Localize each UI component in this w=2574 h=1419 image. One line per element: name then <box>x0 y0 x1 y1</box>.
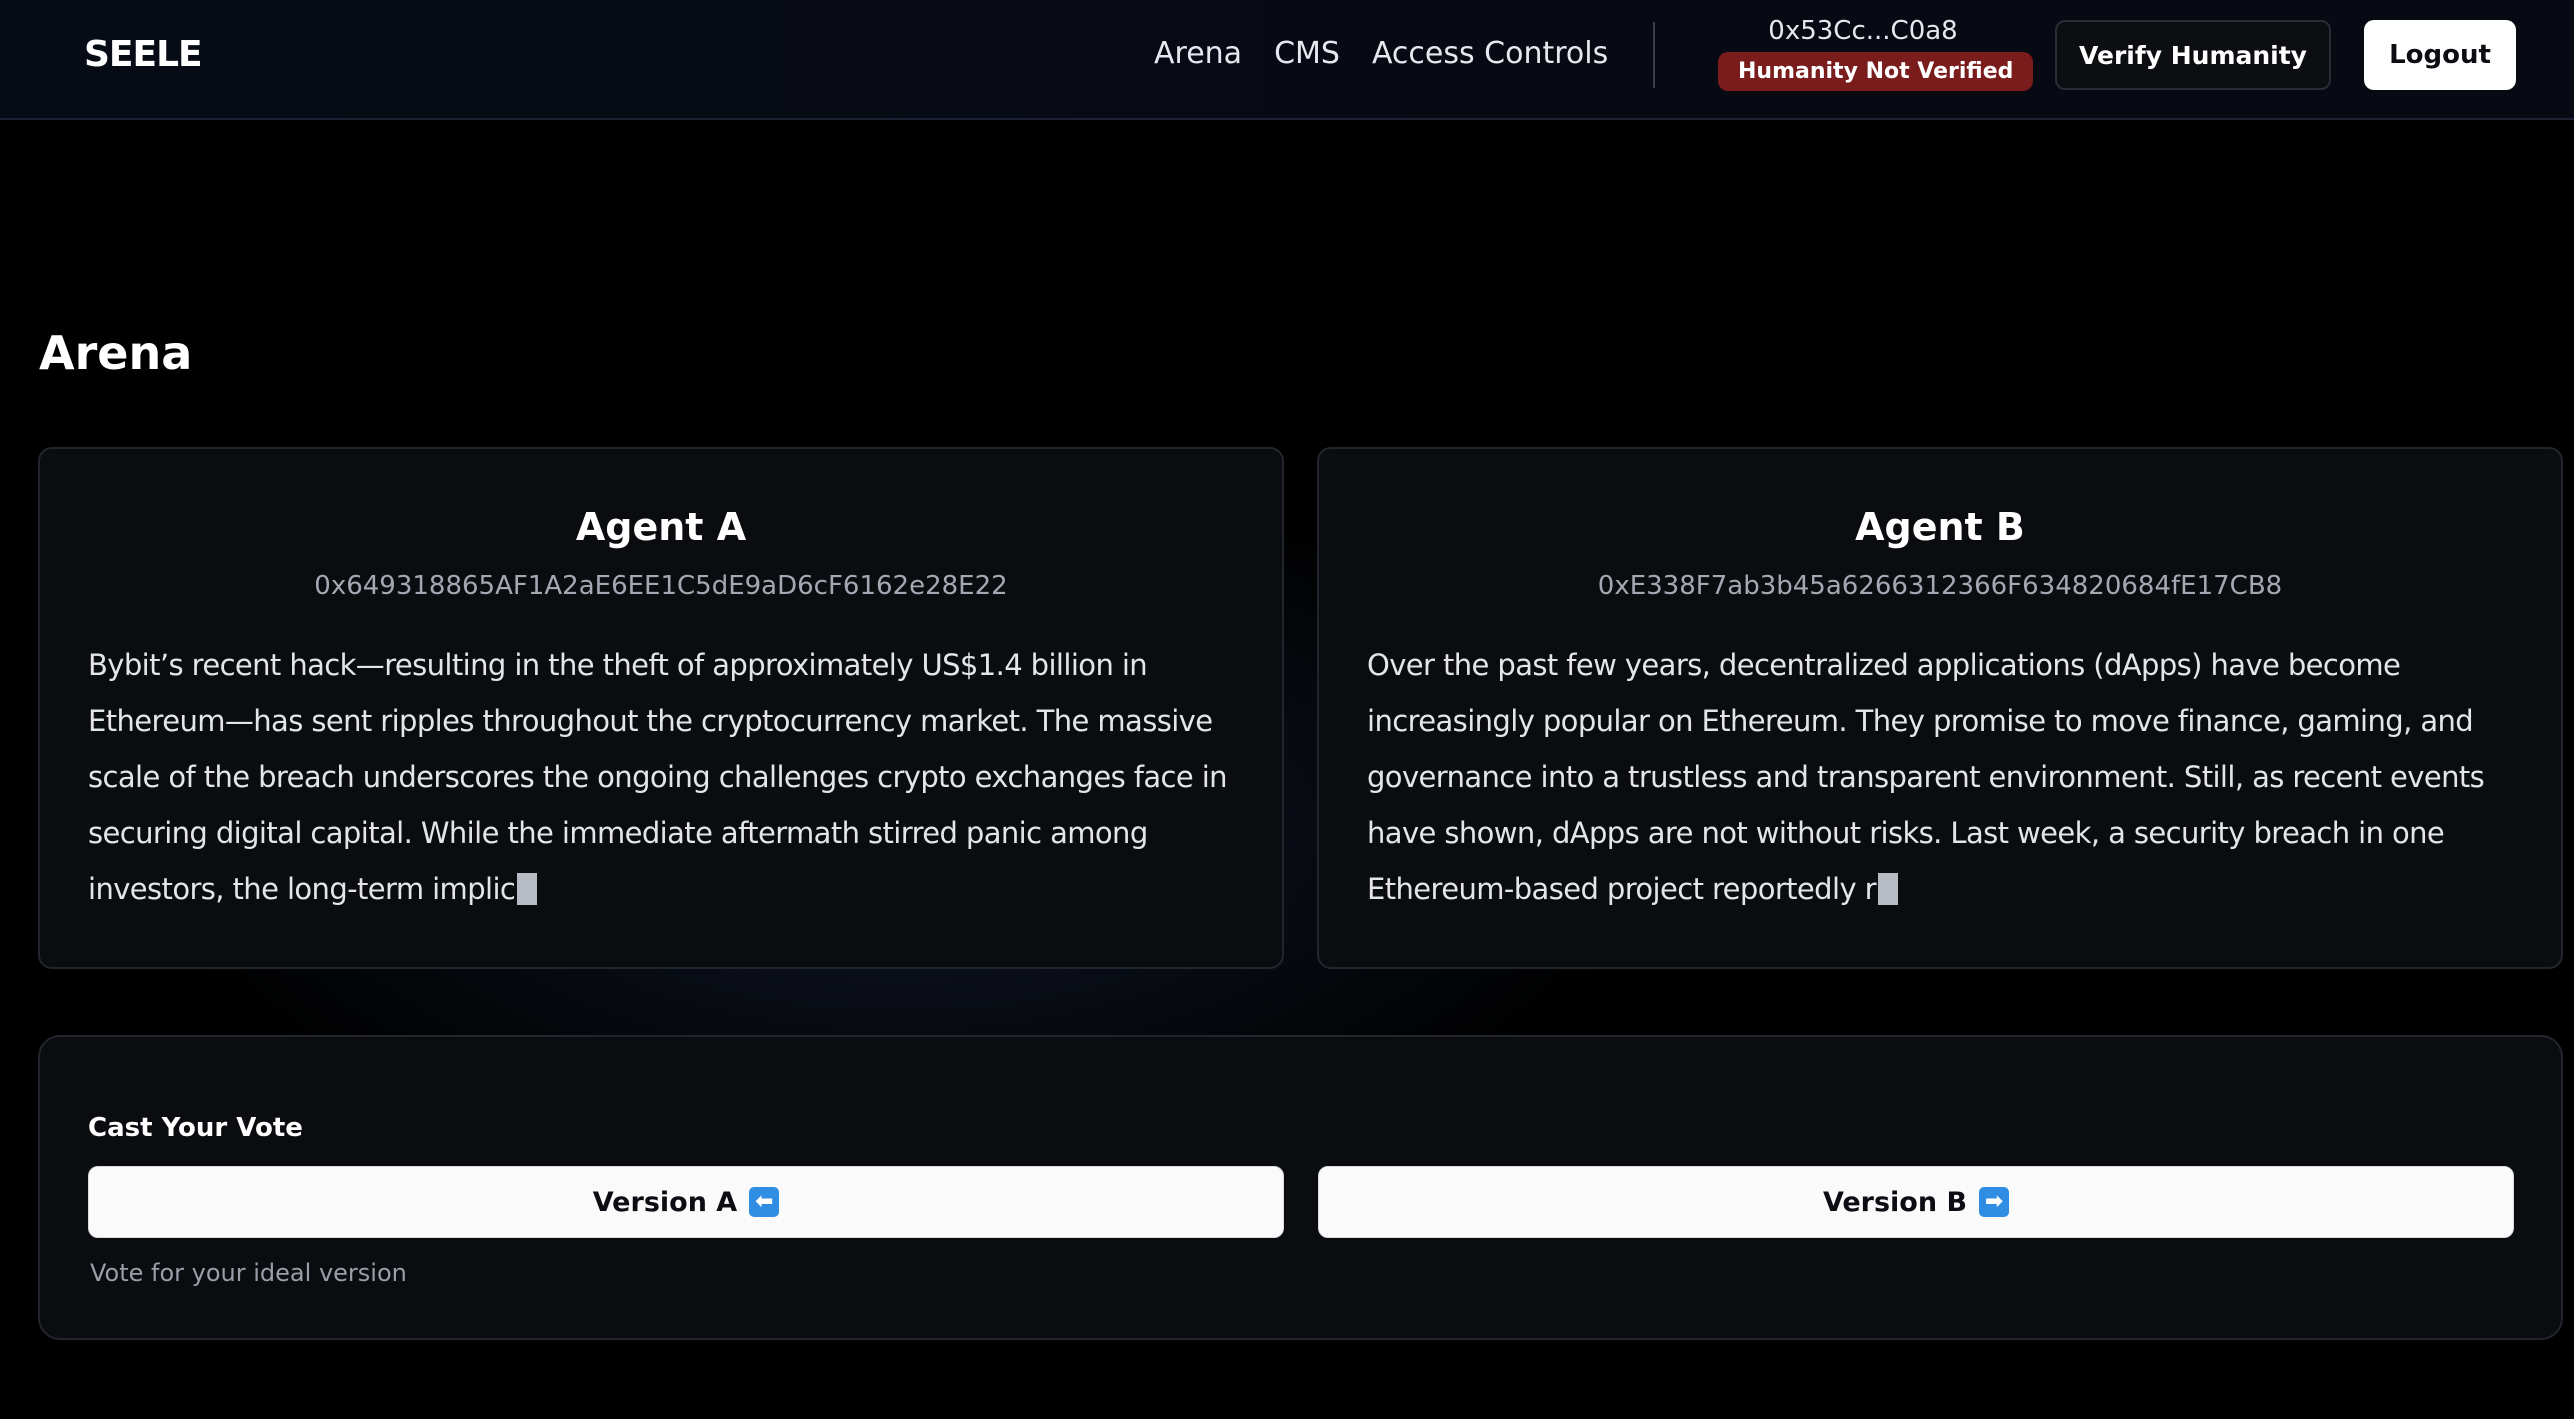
typing-cursor <box>1877 873 1898 905</box>
wallet-address: 0x53Cc...C0a8 <box>1768 16 1958 46</box>
typing-cursor <box>517 873 538 905</box>
agent-b-response: Over the past few years, decentralized a… <box>1367 637 2513 917</box>
top-header: SEELE Arena CMS Access Controls 0x53Cc..… <box>0 0 2574 120</box>
vote-label: Cast Your Vote <box>88 1113 303 1143</box>
agent-a-card: Agent A 0x649318865AF1A2aE6EE1C5dE9aD6cF… <box>38 447 1284 969</box>
logout-button[interactable]: Logout <box>2364 20 2516 90</box>
main-nav: Arena CMS Access Controls <box>1154 36 1608 71</box>
agent-b-response-text: Over the past few years, decentralized a… <box>1367 648 2485 906</box>
humanity-status-badge: Humanity Not Verified <box>1718 52 2034 91</box>
nav-item-access-controls[interactable]: Access Controls <box>1372 36 1608 71</box>
vote-helper-text: Vote for your ideal version <box>90 1259 407 1287</box>
agent-a-response-text: Bybit’s recent hack—resulting in the the… <box>88 648 1228 906</box>
agent-a-name: Agent A <box>575 505 747 549</box>
vote-version-a-button[interactable]: Version A ⬅ <box>88 1166 1284 1238</box>
nav-item-cms[interactable]: CMS <box>1274 36 1340 71</box>
header-divider <box>1653 22 1655 88</box>
left-arrow-icon: ⬅ <box>749 1187 780 1217</box>
logo[interactable]: SEELE <box>84 34 203 75</box>
right-arrow-icon: ➡ <box>1979 1187 2010 1217</box>
vote-version-b-button[interactable]: Version B ➡ <box>1318 1166 2514 1238</box>
agent-b-name: Agent B <box>1855 505 2025 549</box>
vote-version-b-label: Version B <box>1822 1186 1968 1218</box>
page-title: Arena <box>39 326 193 380</box>
agent-a-response: Bybit’s recent hack—resulting in the the… <box>88 637 1234 917</box>
agent-b-card: Agent B 0xE338F7ab3b45a6266312366F634820… <box>1317 447 2563 969</box>
vote-panel: Cast Your Vote Version A ⬅ Version B ➡ V… <box>38 1035 2563 1340</box>
agent-a-address: 0x649318865AF1A2aE6EE1C5dE9aD6cF6162e28E… <box>314 571 1008 601</box>
wallet-info: 0x53Cc...C0a8 Humanity Not Verified <box>1718 16 2034 91</box>
agent-b-address: 0xE338F7ab3b45a6266312366F634820684fE17C… <box>1597 571 2283 601</box>
vote-version-a-label: Version A <box>592 1186 738 1218</box>
verify-humanity-button[interactable]: Verify Humanity <box>2055 20 2331 90</box>
nav-item-arena[interactable]: Arena <box>1154 36 1242 71</box>
